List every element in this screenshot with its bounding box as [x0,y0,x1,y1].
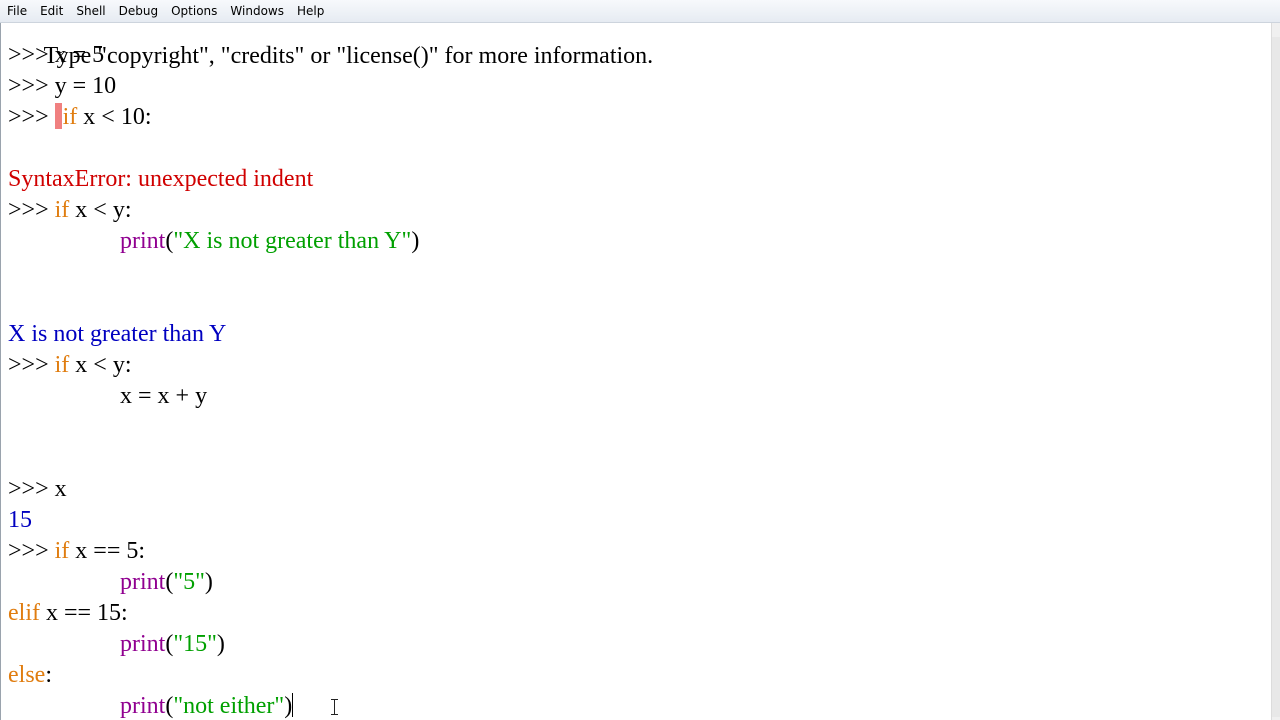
prompt: >>> [8,197,49,223]
shell-line-18: print("5") [8,567,213,598]
builtin-print: print [120,228,166,254]
banner-text: Type "copyright", "credits" or "license(… [43,43,654,69]
code-text: x = 5 [54,42,105,68]
paren: ) [216,631,225,657]
prompt: >>> [8,476,49,502]
shell-line-12: x = x + y [8,381,207,412]
code-text: x [54,476,67,502]
string-literal: "5" [173,569,205,595]
code-text: x < y: [69,197,132,223]
output-text: 15 [8,507,32,533]
code-text: : [45,662,52,688]
prompt: >>> [8,104,49,130]
paren: ) [204,569,213,595]
prompt: >>> [8,352,49,378]
shell-line-19: elif x == 15: [8,598,128,629]
shell-line-1: >>> x = 5 [8,40,104,71]
keyword-else: else [8,662,46,688]
paren: ) [411,228,420,254]
prompt: >>> [8,73,49,99]
shell-line-20: print("15") [8,629,225,660]
string-literal: "not either" [173,693,285,719]
text-caret [292,693,294,717]
shell-line-15: >>> x [8,474,67,505]
string-literal: "X is not greater than Y" [173,228,412,254]
code-text: x == 15: [39,600,128,626]
banner-line: Type "copyright", "credits" or "license(… [8,23,654,69]
shell-line-22: print("not either") [8,691,294,720]
shell-line-6: >>> if x < y: [8,195,131,226]
menu-edit[interactable]: Edit [33,0,69,22]
shell-line-error: SyntaxError: unexpected indent [8,164,313,195]
code-text: x < 10: [77,104,152,130]
shell-output-1: X is not greater than Y [8,319,226,350]
shell-output-2: 15 [8,505,32,536]
code-text: x == 5: [69,538,146,564]
builtin-print: print [120,693,166,719]
output-text: X is not greater than Y [8,321,227,347]
code-text: x = x + y [120,383,208,409]
menu-help[interactable]: Help [290,0,330,22]
menu-file[interactable]: File [0,0,33,22]
builtin-print: print [120,569,166,595]
shell-line-3: >>> if x < 10: [8,102,151,133]
builtin-print: print [120,631,166,657]
prompt: >>> [8,42,49,68]
paren: ) [284,693,293,719]
shell-text-area[interactable]: Type "copyright", "credits" or "license(… [0,23,1273,720]
keyword-if: if [54,538,70,564]
shell-line-11: >>> if x < y: [8,350,131,381]
string-literal: "15" [173,631,217,657]
idle-shell-window: File Edit Shell Debug Options Windows He… [0,0,1280,720]
menu-windows[interactable]: Windows [223,0,290,22]
syntax-error-marker [54,103,62,129]
menu-debug[interactable]: Debug [112,0,164,22]
shell-line-21: else: [8,660,52,691]
shell-line-17: >>> if x == 5: [8,536,145,567]
keyword-elif: elif [8,600,40,626]
keyword-if: if [54,197,70,223]
code-text: y = 10 [54,73,117,99]
vertical-scrollbar[interactable] [1271,23,1280,720]
keyword-if: if [54,352,70,378]
scrollbar-thumb[interactable] [1272,37,1280,717]
menu-shell[interactable]: Shell [69,0,111,22]
ibeam-cursor-icon [331,699,338,715]
code-text: x < y: [69,352,132,378]
shell-line-2: >>> y = 10 [8,71,116,102]
syntax-error-message: SyntaxError: unexpected indent [8,166,314,192]
shell-line-7: print("X is not greater than Y") [8,226,419,257]
menu-options[interactable]: Options [164,0,223,22]
prompt: >>> [8,538,49,564]
keyword-if: if [62,104,78,130]
menu-bar: File Edit Shell Debug Options Windows He… [0,0,1280,23]
